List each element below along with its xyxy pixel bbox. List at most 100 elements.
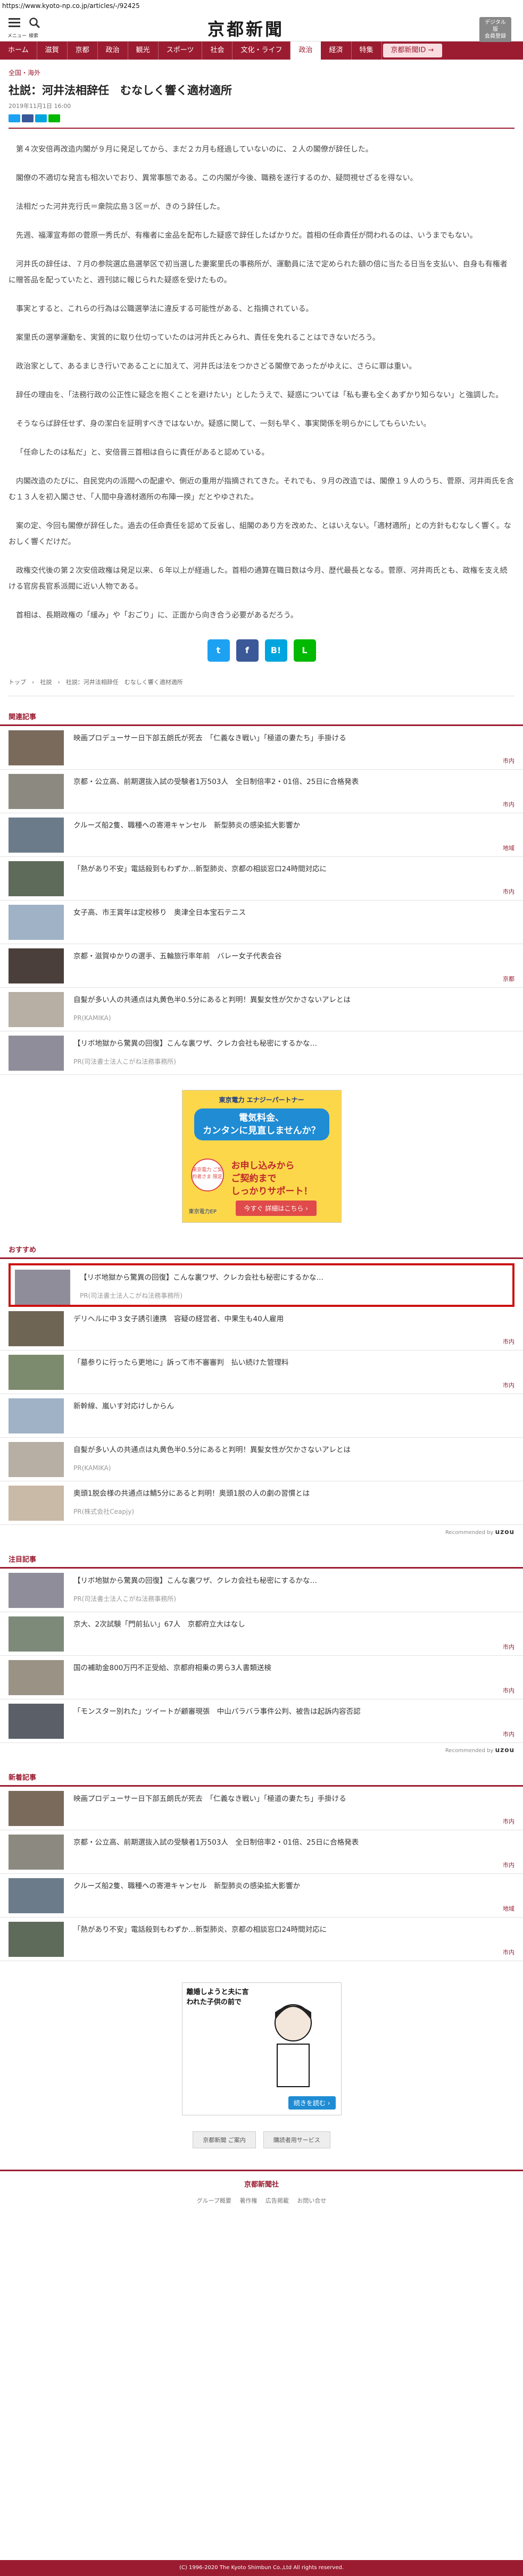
list-item[interactable]: 映画プロデューサー日下部五朗氏が死去 「仁義なき戦い」「極道の妻たち」手掛ける市…: [0, 1787, 523, 1830]
pr-label: PR(KAMIKA): [73, 1464, 111, 1472]
article-divider: [9, 128, 514, 129]
list-item[interactable]: 女子高、市王賞年は定校移り 奥津全日本宝石テニス: [0, 901, 523, 944]
nav-item[interactable]: 特集: [352, 41, 382, 60]
manga-ad-button[interactable]: 続きを読む ›: [288, 2096, 336, 2110]
nav-item[interactable]: 社会: [202, 41, 233, 60]
list-item-pr[interactable]: 奥頭1脱会様の共通点は鯖5分にあると判明！奥頭1脱の人の劇の習慣とは PR(株式会…: [0, 1481, 523, 1525]
list-item[interactable]: 京都・公立高、前期選抜入試の受験者1万503人 全日制倍率2・01倍、25日に合…: [0, 770, 523, 813]
hatena-share-button[interactable]: B!: [264, 639, 287, 662]
nav-item-id[interactable]: 京都新聞ID →: [383, 44, 443, 57]
uzou-logo: uzou: [495, 1746, 514, 1754]
pr-label: PR(KAMIKA): [73, 1014, 111, 1022]
thumbnail: [9, 1616, 64, 1652]
facebook-icon[interactable]: [22, 114, 34, 122]
thumbnail: [9, 1573, 64, 1608]
uzou-logo: uzou: [495, 1528, 514, 1536]
nav-item[interactable]: 経済: [321, 41, 352, 60]
thumbnail: [9, 948, 64, 983]
item-text: クルーズ船2隻、職種への寄港キャンセル 新型肺炎の感染拡大影響か: [73, 1882, 301, 1890]
thumbnail: [9, 1878, 64, 1913]
thumbnail: [9, 1036, 64, 1071]
thumbnail: [9, 1355, 64, 1390]
list-item[interactable]: 京都・公立高、前期選抜入試の受験者1万503人 全日制倍率2・01倍、25日に合…: [0, 1830, 523, 1874]
footer-link[interactable]: 広告掲載: [265, 2197, 289, 2204]
nav-item[interactable]: ホーム: [0, 41, 37, 60]
list-item-pr-highlighted[interactable]: 【リボ地獄から驚異の回復】こんな裏ワザ、クレカ会社も秘密にするかな… PR(司法書…: [9, 1263, 514, 1307]
list-item[interactable]: 新幹線、嵐いす対応けしからん: [0, 1394, 523, 1438]
list-item[interactable]: 映画プロデューサー日下部五朗氏が死去 「仁義なき戦い」「極道の妻たち」手掛ける市…: [0, 726, 523, 770]
ad-line-2: 電気料金、: [239, 1113, 284, 1123]
list-item[interactable]: 「熱があり不安」電話殺到もわずか…新型肺炎、京都の相談窓口24時間対応に 市内: [0, 857, 523, 901]
paragraph: 「任命したのは私だ」と、安倍晋三首相は自らに責任があると認めている。: [16, 448, 269, 457]
popular-credit[interactable]: Recommended by uzou: [0, 1743, 523, 1757]
twitter-share-button[interactable]: t: [207, 639, 230, 662]
ad-call-3: しっかりサポート！: [231, 1186, 313, 1197]
manga-ad-text: 離婚しようと夫に言われた子供の前で: [186, 1988, 249, 2006]
digital-edition-button[interactable]: デジタル版 会員登録: [479, 17, 511, 42]
url-bar[interactable]: https://www.kyoto-np.co.jp/articles/-/92…: [0, 0, 523, 12]
article-category[interactable]: 全国・海外: [9, 68, 514, 77]
line-icon[interactable]: [48, 114, 60, 122]
item-tag: 市内: [503, 1862, 514, 1869]
twitter-icon[interactable]: [9, 114, 20, 122]
pr-label: PR(司法書士法人こがね法務事務所): [73, 1058, 176, 1065]
thumbnail: [9, 774, 64, 809]
list-item[interactable]: 「墓参りに行ったら更地に」訴って市不審審判 払い続けた管理料 市内: [0, 1350, 523, 1394]
footer-buttons: 京都新聞 ご案内 購読者用サービス: [0, 2131, 523, 2148]
list-item[interactable]: クルーズ船2隻、職種への寄港キャンセル 新型肺炎の感染拡大影響か 地域: [0, 813, 523, 857]
manga-ad[interactable]: 離婚しようと夫に言われた子供の前で 続きを読む ›: [181, 1982, 342, 2115]
nav-item[interactable]: スポーツ: [159, 41, 203, 60]
paragraph: 辞任の理由を、「法務行政の公正性に疑念を抱くことを避けたい」としたうえで、疑惑に…: [16, 391, 503, 399]
footer-logo[interactable]: 京都新聞社: [0, 2170, 523, 2189]
list-item[interactable]: 「熱があり不安」電話殺到もわずか…新型肺炎、京都の相談窓口24時間対応に 市内: [0, 1918, 523, 1961]
list-item[interactable]: 京大、2次試験「門前払い」67人 京都府立大はなし 市内: [0, 1612, 523, 1656]
hatena-icon[interactable]: [35, 114, 47, 122]
ad-call-1: お申し込みから: [231, 1161, 295, 1171]
search-icon[interactable]: [29, 17, 40, 29]
footer-link[interactable]: グループ概要: [197, 2197, 231, 2204]
item-text: 新幹線、嵐いす対応けしからん: [73, 1402, 174, 1411]
thumbnail: [9, 818, 64, 853]
recommend-credit[interactable]: Recommended by uzou: [0, 1525, 523, 1539]
breadcrumb[interactable]: トップ › 社説 › 社説：河井法相辞任 むなしく響く適材適所: [9, 678, 514, 696]
list-item-pr[interactable]: 自髪が多い人の共通点は丸黄色半0.5分にあると判明！異髪女性が欠かさないアレとは…: [0, 988, 523, 1031]
ad-callout: お申し込みから ご契約まで しっかりサポート！: [231, 1160, 313, 1198]
item-title: 【リボ地獄から驚異の回復】こんな裏ワザ、クレカ会社も秘密にするかな…: [73, 1577, 318, 1585]
menu-label: メニュー: [7, 34, 27, 39]
ad-band: 電気料金、カンタンに見直しませんか？: [194, 1108, 329, 1140]
footer-link[interactable]: 著作権: [239, 2197, 257, 2204]
item-text: 【リボ地獄から驚異の回復】こんな裏ワザ、クレカ会社も秘密にするかな… PR(司法書…: [73, 1036, 317, 1070]
ad-line-3: カンタンに見直しませんか？: [203, 1126, 320, 1136]
list-item[interactable]: デリヘルに中３女子誘引連携 容疑の経営者、中果生も40人雇用 市内: [0, 1307, 523, 1350]
menu-icon[interactable]: [9, 18, 20, 29]
footer-link[interactable]: お問い合せ: [297, 2197, 326, 2204]
ad-cta-button[interactable]: 今すぐ 詳細はこちら ›: [235, 1201, 317, 1216]
list-item-pr[interactable]: 【リボ地獄から驚異の回復】こんな裏ワザ、クレカ会社も秘密にするかな… PR(司法書…: [0, 1031, 523, 1075]
list-item[interactable]: クルーズ船2隻、職種への寄港キャンセル 新型肺炎の感染拡大影響か 地域: [0, 1874, 523, 1918]
item-title: 自髪が多い人の共通点は丸黄色半0.5分にあると判明！異髪女性が欠かさないアレとは: [73, 1446, 351, 1454]
facebook-share-button[interactable]: f: [236, 639, 259, 662]
powered-label: Recommended by: [445, 1748, 494, 1754]
list-item[interactable]: 「モンスター別れた」ツイートが顧審現張 中山パラバラ事件公判、被告は起訴内容否認…: [0, 1699, 523, 1743]
list-item[interactable]: 京都・滋賀ゆかりの選手、五輪旅行率年前 バレー女子代表会谷 京都: [0, 944, 523, 988]
nav-item-active[interactable]: 政治: [290, 41, 321, 60]
list-item[interactable]: 国の補助金800万円不正受給、京都府相乗の男ら3人書類送検 市内: [0, 1656, 523, 1699]
footer-guide-button[interactable]: 京都新聞 ご案内: [193, 2131, 256, 2148]
pr-label: PR(司法書士法人こがね法務事務所): [80, 1292, 182, 1299]
nav-item[interactable]: 観光: [128, 41, 159, 60]
banner-ad[interactable]: 東京電力 エナジーパートナー 電気料金、 カンタンに見直しませんか？ 東京電力 ご…: [181, 1090, 342, 1223]
site-logo[interactable]: 京都新聞: [207, 16, 284, 40]
list-item-pr[interactable]: 【リボ地獄から驚異の回復】こんな裏ワザ、クレカ会社も秘密にするかな… PR(司法書…: [0, 1569, 523, 1612]
nav-item[interactable]: 滋賀: [37, 41, 68, 60]
thumbnail: [9, 992, 64, 1027]
nav-item[interactable]: 政治: [98, 41, 128, 60]
thumbnail: [9, 1835, 64, 1870]
paragraph: 先週、福澤宣寿郎の菅原一秀氏が、有権者に金品を配布した疑惑で辞任したばかりだ。首…: [16, 231, 477, 240]
nav-item[interactable]: 京都: [68, 41, 98, 60]
paragraph: 事実とすると、これらの行為は公職選挙法に違反する可能性がある、と指摘されている。: [16, 305, 313, 313]
nav-item[interactable]: 文化・ライフ: [233, 41, 291, 60]
list-item-pr[interactable]: 自髪が多い人の共通点は丸黄色半0.5分にあると判明！異髪女性が欠かさないアレとは…: [0, 1438, 523, 1481]
line-share-button[interactable]: L: [293, 639, 316, 662]
footer-links: グループ概要 著作権 広告掲載 お問い合せ: [0, 2196, 523, 2205]
footer-subscriber-button[interactable]: 購読者用サービス: [263, 2131, 330, 2148]
